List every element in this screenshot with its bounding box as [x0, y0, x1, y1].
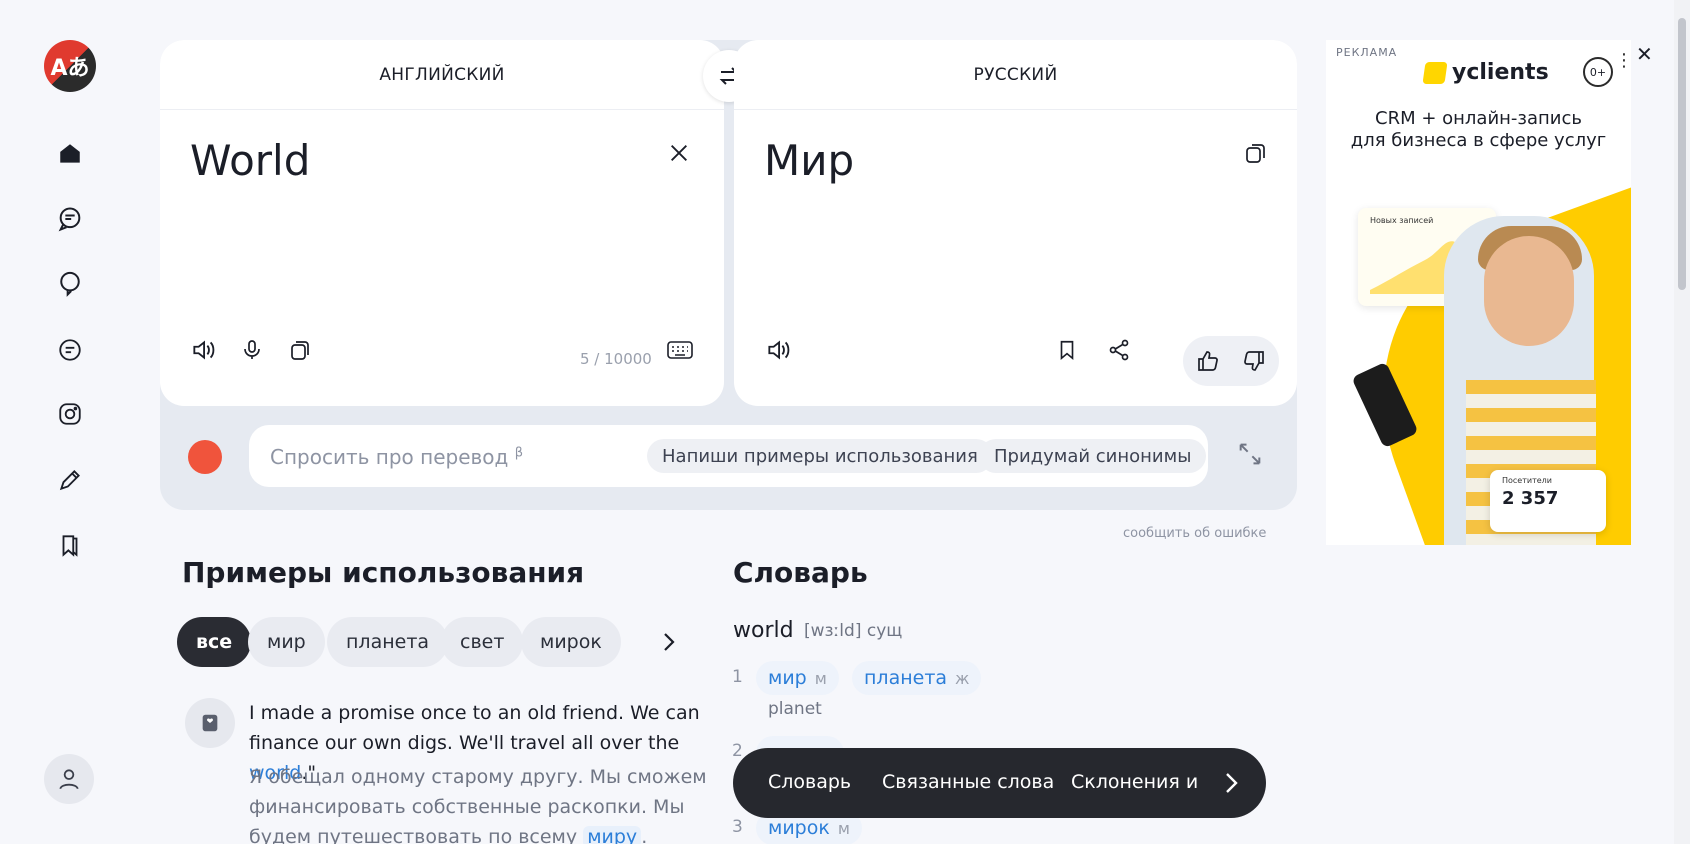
section-nav-declensions[interactable]: Склонения и с — [1071, 771, 1203, 793]
speech-bubble-icon[interactable] — [50, 264, 90, 304]
dict-chip-planeta[interactable]: планета ж — [852, 661, 982, 695]
scrollbar[interactable] — [1674, 0, 1690, 844]
dict-chip-mir[interactable]: мир м — [756, 661, 839, 695]
expand-icon[interactable] — [1236, 440, 1266, 470]
chevron-right-icon[interactable] — [658, 630, 680, 654]
speaker-translation-icon[interactable] — [762, 334, 794, 366]
feedback-buttons — [1183, 336, 1279, 386]
filter-all[interactable]: все — [177, 617, 252, 667]
microphone-icon[interactable] — [236, 334, 268, 366]
close-ad-icon[interactable]: ✕ — [1636, 42, 1653, 66]
chevron-right-icon[interactable] — [1220, 770, 1242, 796]
chat-icon[interactable] — [50, 199, 90, 239]
section-nav-related[interactable]: Связанные слова — [882, 771, 1054, 793]
section-nav: Словарь Связанные слова Склонения и с — [733, 748, 1266, 818]
report-error-link[interactable]: сообщить об ошибке — [1123, 526, 1266, 541]
example-russian: Я обещал одному старому другу. Мы сможем… — [249, 762, 709, 844]
source-language-selector[interactable]: АНГЛИЙСКИЙ — [160, 40, 724, 110]
ad-stat-card: Посетители 2 357 — [1490, 470, 1606, 532]
dict-synonym: planet — [768, 699, 822, 719]
share-icon[interactable] — [1103, 334, 1135, 366]
document-icon[interactable] — [50, 330, 90, 370]
home-icon[interactable] — [50, 134, 90, 174]
ad-headline: CRM + онлайн-запись для бизнеса в сфере у… — [1350, 108, 1607, 151]
ask-placeholder: Спросить про перевод β — [270, 445, 524, 469]
source-panel: АНГЛИЙСКИЙ World 5 / 10000 — [160, 40, 724, 406]
clear-icon[interactable] — [663, 137, 695, 169]
section-nav-dictionary[interactable]: Словарь — [768, 771, 851, 793]
sense-number: 2 — [732, 741, 743, 761]
filter-planeta[interactable]: планета — [327, 617, 449, 667]
bookmarks-icon[interactable] — [50, 525, 90, 565]
examples-title: Примеры использования — [182, 556, 585, 589]
app-logo[interactable]: Aあ — [44, 40, 96, 92]
profile-button[interactable] — [44, 754, 94, 804]
brand-logo-icon — [1422, 61, 1448, 84]
char-counter: 5 / 10000 — [580, 350, 652, 368]
filter-mirok[interactable]: мирок — [521, 617, 621, 667]
sidebar: Aあ — [0, 0, 140, 844]
keyboard-icon[interactable] — [664, 334, 696, 366]
speaker-icon[interactable] — [187, 334, 219, 366]
ask-about-translation[interactable]: Спросить про перевод β Напиши примеры ис… — [249, 425, 1208, 487]
scrollbar-thumb[interactable] — [1678, 18, 1686, 290]
ad-label: РЕКЛАМА — [1336, 46, 1398, 59]
sense-number: 3 — [732, 817, 743, 837]
translation-output: Мир — [764, 136, 855, 185]
example-highlight-ru[interactable]: миру — [583, 826, 642, 844]
sense-number: 1 — [732, 667, 743, 687]
bookmark-icon[interactable] — [1051, 334, 1083, 366]
age-rating: 0+ — [1583, 57, 1613, 87]
dictionary-transcription: [wɜːld] сущ — [804, 621, 903, 641]
copy-translation-icon[interactable] — [1240, 137, 1272, 169]
dictionary-title: Словарь — [733, 556, 868, 589]
book-icon — [185, 698, 235, 748]
chip-synonyms[interactable]: Придумай синонимы — [979, 439, 1207, 473]
advertisement[interactable]: РЕКЛАМА yclients 0+ ⋮ CRM + онлайн-запис… — [1326, 40, 1631, 545]
more-options-icon[interactable]: ⋮ — [1615, 50, 1631, 71]
ad-brand: yclients — [1422, 60, 1549, 85]
ad-face — [1484, 236, 1574, 346]
thumbs-down-icon[interactable] — [1238, 345, 1270, 377]
pencil-icon[interactable] — [50, 460, 90, 500]
alice-icon[interactable] — [188, 440, 222, 474]
copy-icon[interactable] — [284, 334, 316, 366]
logo-text: Aあ — [50, 56, 90, 81]
filter-svet[interactable]: свет — [441, 617, 524, 667]
camera-icon[interactable] — [50, 394, 90, 434]
dictionary-word: world — [733, 618, 794, 643]
filter-mir[interactable]: мир — [248, 617, 325, 667]
thumbs-up-icon[interactable] — [1192, 345, 1224, 377]
chip-examples[interactable]: Напиши примеры использования — [647, 439, 993, 473]
user-icon — [59, 769, 79, 790]
source-text-input[interactable]: World — [190, 136, 310, 185]
target-language-selector[interactable]: РУССКИЙ — [734, 40, 1297, 110]
